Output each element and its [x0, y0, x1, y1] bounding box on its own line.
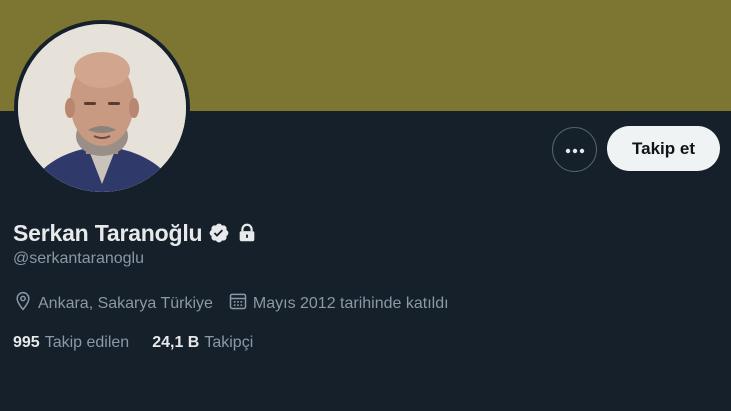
profile-meta: Ankara, Sakarya Türkiye Mayıs 2012 tarih…: [13, 291, 464, 316]
joined-item: Mayıs 2012 tarihinde katıldı: [228, 291, 449, 316]
calendar-icon: [228, 291, 253, 316]
following-count: 995: [13, 334, 40, 351]
profile-stats: 995 Takip edilen 24,1 B Takipçi: [13, 334, 276, 352]
follow-button[interactable]: Takip et: [607, 126, 720, 171]
more-options-button[interactable]: [552, 127, 597, 172]
joined-text: Mayıs 2012 tarihinde katıldı: [252, 294, 449, 312]
location-pin-icon: [13, 291, 38, 316]
avatar-ring: [14, 20, 190, 196]
name-row: Serkan Taranoğlu: [13, 218, 258, 248]
lock-icon: [236, 222, 258, 244]
following-label: Takip edilen: [44, 334, 130, 351]
location-text: Ankara, Sakarya Türkiye: [38, 294, 213, 312]
verified-badge-icon[interactable]: [208, 222, 230, 244]
following-link[interactable]: 995 Takip edilen: [13, 334, 129, 352]
followers-label: Takipçi: [204, 334, 254, 351]
avatar[interactable]: [18, 24, 186, 192]
followers-link[interactable]: 24,1 B Takipçi: [152, 334, 253, 352]
display-name: Serkan Taranoğlu: [13, 219, 203, 246]
followers-count: 24,1 B: [152, 334, 200, 351]
more-dots-icon: [565, 141, 585, 159]
location-item: Ankara, Sakarya Türkiye: [13, 291, 213, 316]
profile-handle: @serkantaranoglu: [13, 250, 144, 267]
